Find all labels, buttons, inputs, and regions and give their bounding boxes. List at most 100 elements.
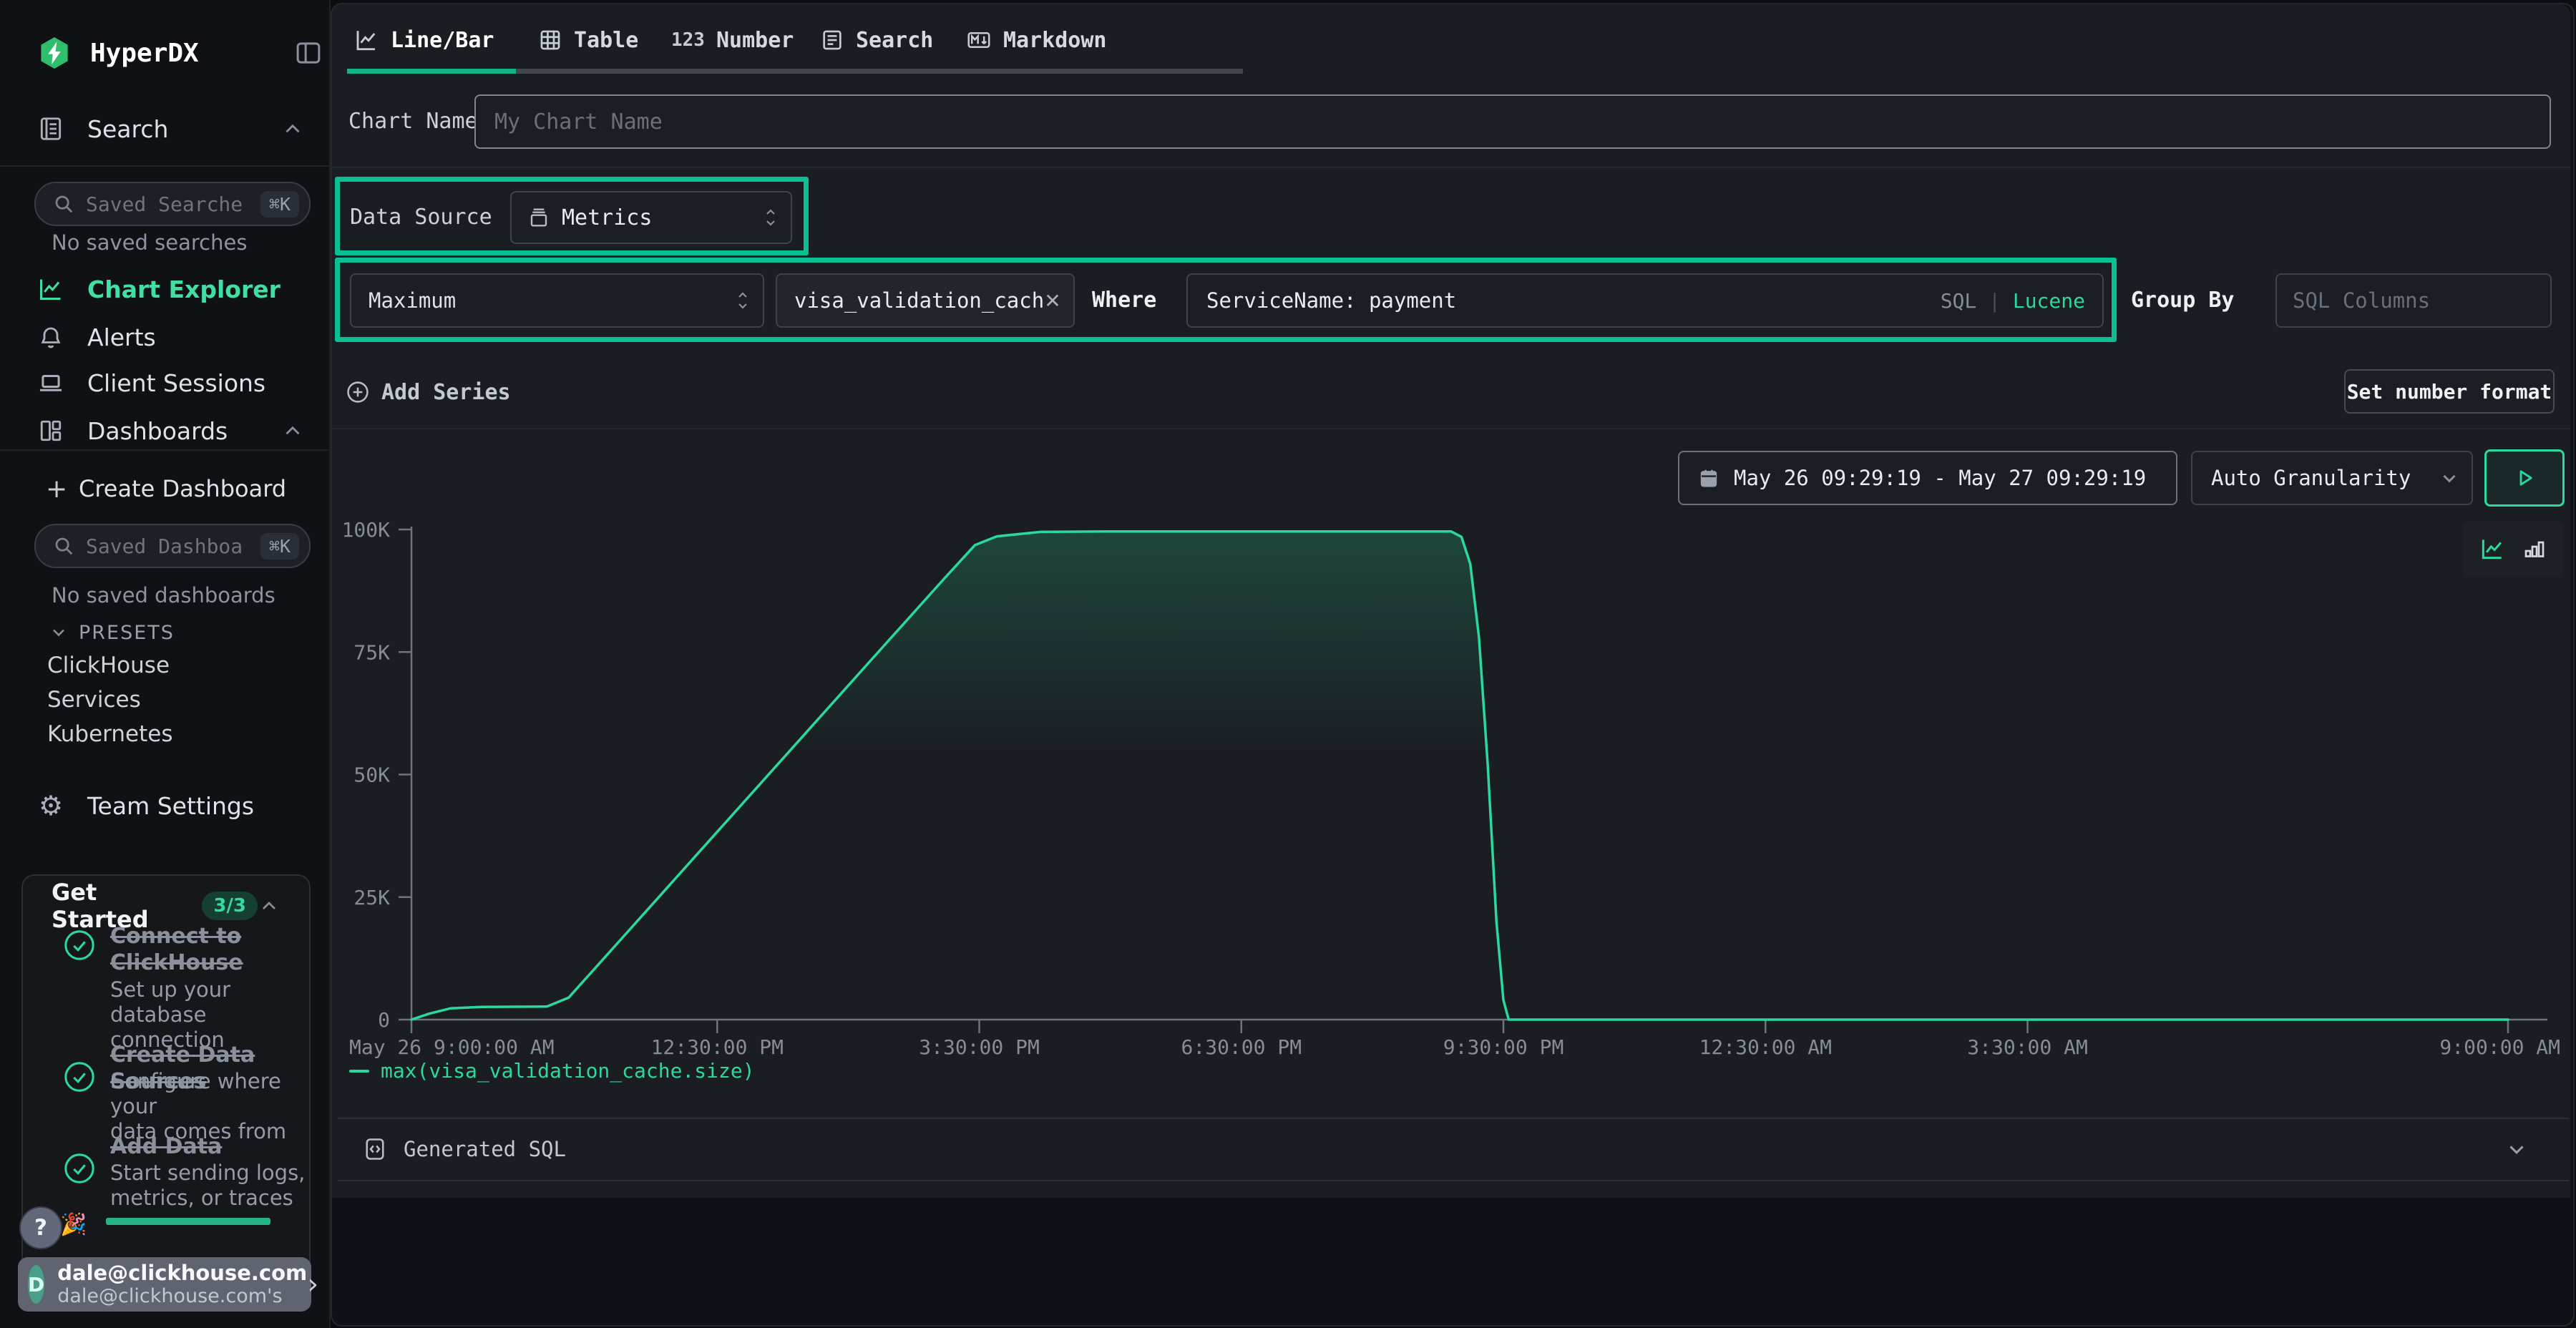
search-icon bbox=[53, 535, 74, 557]
where-field[interactable] bbox=[1206, 288, 1941, 313]
chevron-up-icon bbox=[280, 419, 305, 443]
sidebar-item-team-settings[interactable]: ⚙ Team Settings bbox=[0, 786, 329, 826]
sql-mode-toggle[interactable]: SQL bbox=[1941, 289, 1977, 313]
select-chevrons-icon bbox=[762, 207, 779, 228]
onboarding-step-desc: Start sending logs, metrics, or traces bbox=[110, 1161, 325, 1211]
chart-type-toggle bbox=[2463, 521, 2563, 577]
date-range-value: May 26 09:29:19 - May 27 09:29:19 bbox=[1734, 466, 2146, 490]
metrics-source-icon bbox=[527, 206, 550, 229]
user-menu[interactable]: D dale@clickhouse.com dale@clickhouse.co… bbox=[18, 1257, 311, 1312]
sidebar-item-label: Client Sessions bbox=[87, 369, 265, 397]
remove-metric-icon[interactable]: ✕ bbox=[1044, 289, 1060, 313]
sidebar-item-chart-explorer[interactable]: Chart Explorer bbox=[0, 269, 329, 309]
sidebar-item-dashboards[interactable]: Dashboards bbox=[0, 411, 329, 451]
run-query-button[interactable] bbox=[2484, 449, 2565, 507]
user-team: dale@clickhouse.com's bbox=[57, 1285, 307, 1308]
onboarding-step-title: Connect to ClickHouse bbox=[110, 923, 318, 976]
table-icon bbox=[538, 28, 562, 52]
chevron-up-icon bbox=[280, 117, 305, 141]
granularity-select[interactable]: Auto Granularity bbox=[2191, 451, 2473, 505]
tab-underline-active bbox=[347, 69, 516, 74]
set-number-format-button[interactable]: Set number format bbox=[2344, 369, 2555, 414]
granularity-value: Auto Granularity bbox=[2211, 466, 2411, 490]
dashboard-grid-icon bbox=[37, 417, 64, 444]
divider bbox=[0, 449, 329, 451]
sidebar-item-label: Chart Explorer bbox=[87, 275, 280, 303]
play-icon bbox=[2512, 466, 2537, 490]
tab-label: Number bbox=[716, 28, 794, 53]
group-by-field[interactable] bbox=[2293, 288, 2534, 313]
tab-label: Line/Bar bbox=[391, 28, 494, 53]
chevron-down-icon bbox=[2504, 1137, 2529, 1161]
code-icon bbox=[362, 1136, 388, 1162]
tab-label: Markdown bbox=[1003, 28, 1107, 53]
check-circle-icon bbox=[63, 1152, 96, 1185]
tab-number[interactable]: 123 Number bbox=[671, 19, 794, 62]
laptop-icon bbox=[37, 369, 64, 396]
create-dashboard-label: Create Dashboard bbox=[79, 475, 286, 502]
create-dashboard-button[interactable]: + Create Dashboard bbox=[0, 469, 329, 509]
generated-sql-toggle[interactable]: Generated SQL bbox=[338, 1119, 2569, 1179]
add-series-button[interactable]: Add Series bbox=[346, 372, 511, 412]
saved-dashboards-input[interactable]: ⌘K bbox=[34, 524, 311, 568]
tab-search[interactable]: Search bbox=[820, 19, 933, 62]
add-series-label: Add Series bbox=[381, 380, 511, 405]
avatar: D bbox=[28, 1265, 44, 1304]
search-section-icon bbox=[37, 115, 64, 142]
data-source-select[interactable]: Metrics bbox=[510, 191, 792, 244]
sidebar-item-label: Alerts bbox=[87, 323, 156, 351]
no-saved-dashboards-text: No saved dashboards bbox=[52, 583, 275, 607]
check-circle-icon bbox=[63, 1060, 96, 1093]
aggregation-select[interactable]: Maximum bbox=[350, 273, 764, 328]
sidebar-item-label: Search bbox=[87, 115, 168, 143]
chart-editor-surface bbox=[332, 4, 2570, 1198]
plus-circle-icon bbox=[346, 380, 370, 404]
check-circle-icon bbox=[63, 929, 96, 962]
divider bbox=[332, 428, 2570, 429]
tab-table[interactable]: Table bbox=[538, 19, 638, 62]
aggregation-value: Maximum bbox=[369, 288, 456, 313]
tab-line-bar[interactable]: Line/Bar bbox=[353, 19, 494, 62]
line-chart-toggle-icon[interactable] bbox=[2479, 535, 2506, 562]
help-button[interactable]: ? bbox=[19, 1206, 62, 1249]
sidebar-item-alerts[interactable]: Alerts bbox=[0, 317, 329, 357]
plus-icon: + bbox=[46, 474, 67, 504]
metric-tag[interactable]: visa_validation_cach ✕ bbox=[776, 273, 1075, 328]
get-started-badge: 3/3 bbox=[202, 892, 258, 920]
chevron-right-icon: › bbox=[307, 1268, 318, 1301]
cmd-k-shortcut: ⌘K bbox=[260, 533, 299, 560]
chart-legend: max(visa_validation_cache.size) bbox=[349, 1059, 755, 1083]
sidebar: HyperDX Search ⌘K No saved searches Char… bbox=[0, 0, 331, 1328]
user-email: dale@clickhouse.com bbox=[57, 1261, 307, 1285]
get-started-header[interactable]: Get Started 3/3 bbox=[52, 889, 280, 923]
preset-kubernetes[interactable]: Kubernetes bbox=[47, 721, 172, 747]
number-123-icon: 123 bbox=[671, 29, 705, 51]
preset-services[interactable]: Services bbox=[47, 687, 141, 713]
where-input[interactable]: SQL | Lucene bbox=[1186, 273, 2104, 328]
divider bbox=[0, 165, 329, 167]
sidebar-item-label: Dashboards bbox=[87, 417, 228, 445]
group-by-input[interactable] bbox=[2275, 273, 2552, 328]
sidebar-item-label: Team Settings bbox=[87, 792, 254, 820]
presets-toggle[interactable]: PRESETS bbox=[49, 618, 175, 647]
tab-label: Search bbox=[856, 28, 933, 53]
data-source-value: Metrics bbox=[562, 205, 652, 230]
sidebar-section-search[interactable]: Search bbox=[0, 109, 329, 149]
search-icon bbox=[53, 193, 74, 215]
lucene-mode-toggle[interactable]: Lucene bbox=[2013, 289, 2085, 313]
sidebar-item-client-sessions[interactable]: Client Sessions bbox=[0, 363, 329, 403]
date-range-picker[interactable]: May 26 09:29:19 - May 27 09:29:19 bbox=[1678, 451, 2177, 505]
saved-dashboards-field[interactable] bbox=[84, 534, 245, 559]
chart-name-field[interactable] bbox=[494, 109, 2531, 135]
bar-chart-toggle-icon[interactable] bbox=[2522, 536, 2547, 562]
saved-searches-field[interactable] bbox=[84, 192, 245, 217]
collapse-sidebar-icon[interactable] bbox=[293, 38, 323, 68]
hyperdx-logo-icon bbox=[37, 34, 72, 72]
gear-icon: ⚙ bbox=[37, 792, 64, 819]
tab-markdown[interactable]: Markdown bbox=[966, 19, 1107, 62]
onboarding-step-title: Add Data bbox=[110, 1133, 318, 1160]
chart-name-input[interactable] bbox=[474, 94, 2551, 149]
cmd-k-shortcut: ⌘K bbox=[260, 191, 299, 218]
saved-searches-input[interactable]: ⌘K bbox=[34, 182, 311, 226]
preset-clickhouse[interactable]: ClickHouse bbox=[47, 653, 170, 678]
